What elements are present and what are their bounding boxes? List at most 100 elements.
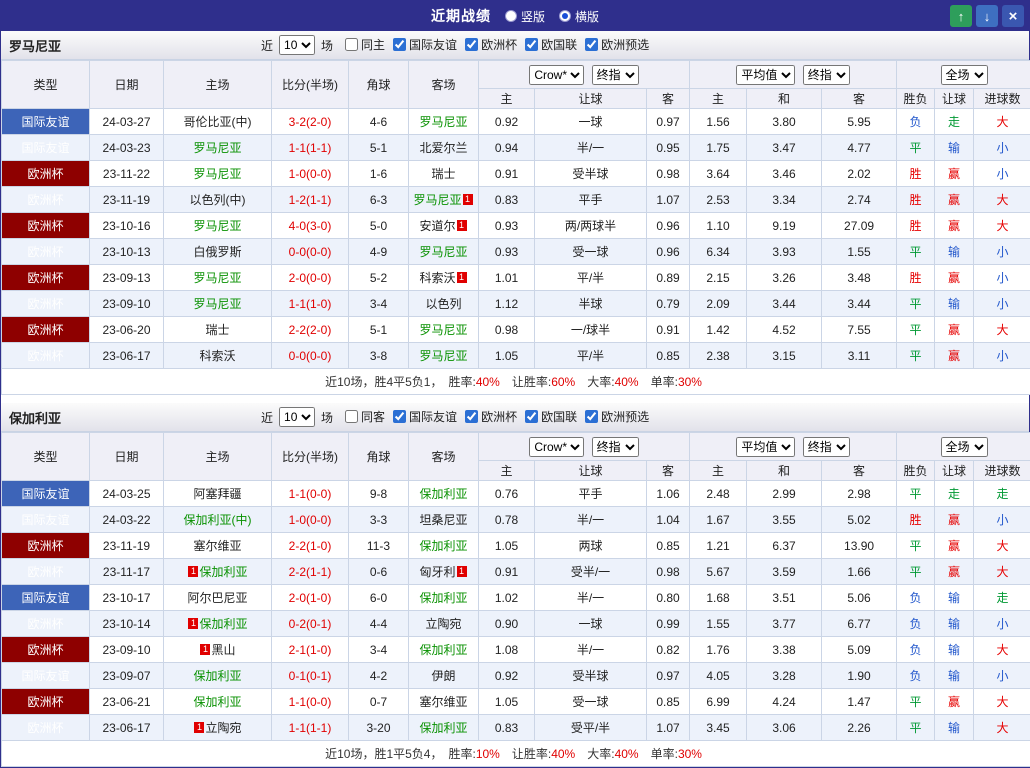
move-up-button[interactable]: ↑ xyxy=(950,5,972,27)
crown-away-odds: 1.07 xyxy=(647,187,690,213)
home-team[interactable]: 1保加利亚 xyxy=(164,611,272,637)
bookmaker-select[interactable]: Crow* xyxy=(529,65,584,85)
match-date: 23-06-17 xyxy=(90,715,164,741)
away-team[interactable]: 保加利亚 xyxy=(409,533,479,559)
home-team[interactable]: 罗马尼亚 xyxy=(164,265,272,291)
home-team[interactable]: 罗马尼亚 xyxy=(164,135,272,161)
move-down-button[interactable]: ↓ xyxy=(976,5,998,27)
away-team[interactable]: 保加利亚 xyxy=(409,715,479,741)
final-odds-select[interactable]: 终指 xyxy=(592,65,639,85)
checkbox-input[interactable] xyxy=(585,38,598,51)
layout-radio-vertical[interactable]: 竖版 xyxy=(505,8,545,25)
filter-checkbox[interactable]: 同客 xyxy=(345,408,385,425)
home-team[interactable]: 罗马尼亚 xyxy=(164,213,272,239)
bookmaker-select[interactable]: Crow* xyxy=(529,437,584,457)
home-team[interactable]: 保加利亚(中) xyxy=(164,507,272,533)
home-team[interactable]: 1保加利亚 xyxy=(164,559,272,585)
checkbox-input[interactable] xyxy=(345,410,358,423)
final-odds-select-2[interactable]: 终指 xyxy=(803,437,850,457)
away-team[interactable]: 罗马尼亚 xyxy=(409,343,479,369)
full-match-select[interactable]: 全场 xyxy=(941,65,988,85)
away-team[interactable]: 保加利亚 xyxy=(409,637,479,663)
checkbox-input[interactable] xyxy=(393,410,406,423)
home-team[interactable]: 白俄罗斯 xyxy=(164,239,272,265)
crown-handicap: 一球 xyxy=(535,109,647,135)
match-date: 23-09-07 xyxy=(90,663,164,689)
filter-checkboxes: 同客国际友谊欧洲杯欧国联欧洲预选 xyxy=(337,408,649,426)
away-team[interactable]: 立陶宛 xyxy=(409,611,479,637)
away-team[interactable]: 伊朗 xyxy=(409,663,479,689)
home-team[interactable]: 1黑山 xyxy=(164,637,272,663)
avg-away-odds: 27.09 xyxy=(822,213,897,239)
filter-checkbox[interactable]: 欧国联 xyxy=(525,36,577,53)
col-away: 客场 xyxy=(409,61,479,109)
result-goals: 大 xyxy=(974,637,1030,663)
away-team[interactable]: 科索沃1 xyxy=(409,265,479,291)
away-team[interactable]: 坦桑尼亚 xyxy=(409,507,479,533)
filter-checkbox[interactable]: 欧洲杯 xyxy=(465,408,517,425)
away-team[interactable]: 罗马尼亚 xyxy=(409,317,479,343)
home-team[interactable]: 瑞士 xyxy=(164,317,272,343)
competition-type: 欧洲杯 xyxy=(2,187,90,213)
checkbox-input[interactable] xyxy=(393,38,406,51)
rounds-select[interactable]: 10 xyxy=(279,407,315,427)
away-team[interactable]: 安道尔1 xyxy=(409,213,479,239)
away-team[interactable]: 瑞士 xyxy=(409,161,479,187)
home-team[interactable]: 罗马尼亚 xyxy=(164,161,272,187)
crown-home-odds: 0.91 xyxy=(479,161,535,187)
full-match-select[interactable]: 全场 xyxy=(941,437,988,457)
checkbox-input[interactable] xyxy=(585,410,598,423)
away-team[interactable]: 以色列 xyxy=(409,291,479,317)
away-team[interactable]: 罗马尼亚1 xyxy=(409,187,479,213)
away-team[interactable]: 罗马尼亚 xyxy=(409,239,479,265)
avg-draw-odds: 9.19 xyxy=(747,213,822,239)
filter-checkbox[interactable]: 欧国联 xyxy=(525,408,577,425)
match-row: 国际友谊23-10-17阿尔巴尼亚2-0(1-0)6-0保加利亚1.02半/一0… xyxy=(2,585,1030,611)
checkbox-input[interactable] xyxy=(465,410,478,423)
home-team[interactable]: 塞尔维亚 xyxy=(164,533,272,559)
average-select[interactable]: 平均值 xyxy=(736,437,795,457)
home-team[interactable]: 哥伦比亚(中) xyxy=(164,109,272,135)
final-odds-select[interactable]: 终指 xyxy=(592,437,639,457)
home-team[interactable]: 保加利亚 xyxy=(164,663,272,689)
crown-home-odds: 0.92 xyxy=(479,109,535,135)
crown-home-odds: 0.93 xyxy=(479,239,535,265)
away-team[interactable]: 匈牙利1 xyxy=(409,559,479,585)
away-team[interactable]: 保加利亚 xyxy=(409,585,479,611)
home-team[interactable]: 以色列(中) xyxy=(164,187,272,213)
summary: 近10场，胜4平5负1，胜率:40%让胜率:60%大率:40%单率:30% xyxy=(2,369,1030,395)
checkbox-input[interactable] xyxy=(465,38,478,51)
away-team[interactable]: 保加利亚 xyxy=(409,481,479,507)
home-team[interactable]: 罗马尼亚 xyxy=(164,291,272,317)
away-team[interactable]: 罗马尼亚 xyxy=(409,109,479,135)
average-select[interactable]: 平均值 xyxy=(736,65,795,85)
checkbox-input[interactable] xyxy=(525,410,538,423)
home-team[interactable]: 阿尔巴尼亚 xyxy=(164,585,272,611)
home-team[interactable]: 保加利亚 xyxy=(164,689,272,715)
home-team[interactable]: 科索沃 xyxy=(164,343,272,369)
home-team[interactable]: 阿塞拜疆 xyxy=(164,481,272,507)
close-button[interactable]: × xyxy=(1002,5,1024,27)
checkbox-input[interactable] xyxy=(345,38,358,51)
layout-radio-horizontal[interactable]: 横版 xyxy=(559,8,599,25)
filter-checkbox[interactable]: 国际友谊 xyxy=(393,36,457,53)
rounds-select[interactable]: 10 xyxy=(279,35,315,55)
filter-checkbox[interactable]: 欧洲预选 xyxy=(585,36,649,53)
result-handicap: 输 xyxy=(935,291,974,317)
subcol-crown-handicap: 让球 xyxy=(535,461,647,481)
corner-score: 5-1 xyxy=(349,135,409,161)
match-row: 欧洲杯23-11-171保加利亚2-2(1-1)0-6匈牙利10.91受半/一0… xyxy=(2,559,1030,585)
competition-type: 欧洲杯 xyxy=(2,689,90,715)
checkbox-label: 欧国联 xyxy=(541,36,577,53)
filter-checkbox[interactable]: 欧洲杯 xyxy=(465,36,517,53)
filter-checkbox[interactable]: 国际友谊 xyxy=(393,408,457,425)
filter-checkbox[interactable]: 欧洲预选 xyxy=(585,408,649,425)
home-team[interactable]: 1立陶宛 xyxy=(164,715,272,741)
final-odds-select-2[interactable]: 终指 xyxy=(803,65,850,85)
away-team[interactable]: 北爱尔兰 xyxy=(409,135,479,161)
checkbox-input[interactable] xyxy=(525,38,538,51)
away-team[interactable]: 塞尔维亚 xyxy=(409,689,479,715)
red-card-badge: 1 xyxy=(457,220,467,231)
avg-away-odds: 1.55 xyxy=(822,239,897,265)
filter-checkbox[interactable]: 同主 xyxy=(345,36,385,53)
